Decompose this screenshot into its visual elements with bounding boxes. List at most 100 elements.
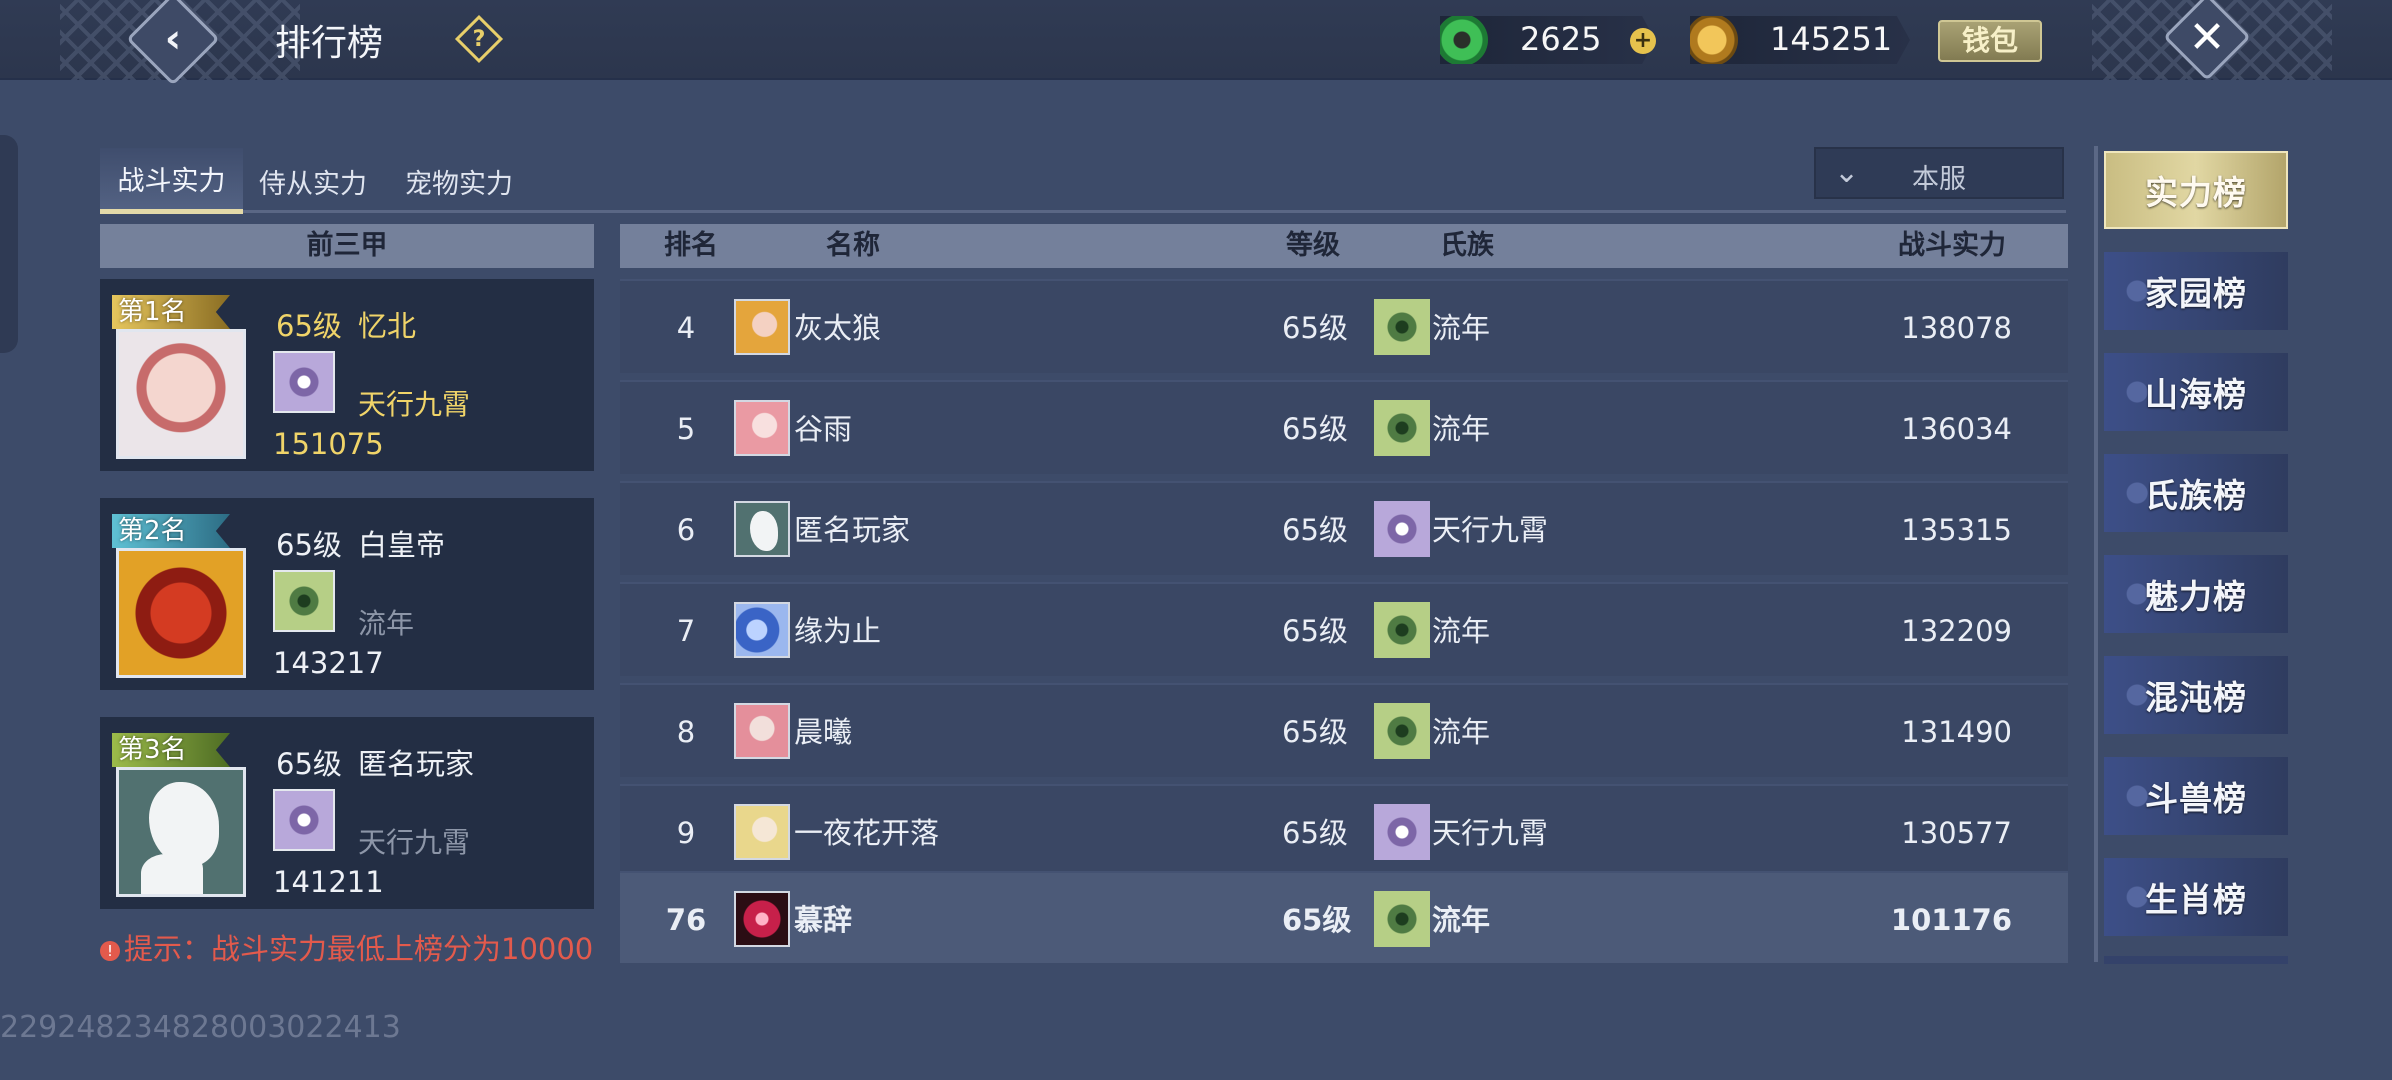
purple-swirl-clan-icon <box>273 789 335 851</box>
wallet-button[interactable]: 钱包 <box>1938 20 2042 62</box>
purple-swirl-clan-icon <box>1374 501 1430 557</box>
avatar <box>734 891 790 947</box>
clan-name: 天行九霄 <box>358 388 471 421</box>
coin-currency: 145251 <box>1690 16 1910 64</box>
row-clan: 天行九霄 <box>1432 513 1549 547</box>
table-row[interactable]: 6 匿名玩家 65级 天行九霄 135315 <box>620 481 2068 575</box>
nav-chaos-rank[interactable]: 混沌榜 <box>2104 656 2288 734</box>
avatar <box>116 329 246 459</box>
row-level: 65级 <box>1282 816 1348 850</box>
top3-header: 前三甲 <box>100 224 594 268</box>
nav-more-indicator <box>2104 956 2288 964</box>
nav-beast-rank[interactable]: 斗兽榜 <box>2104 757 2288 835</box>
combat-power: 141211 <box>273 865 384 899</box>
column-header-clan: 氏族 <box>1440 230 1494 261</box>
row-rank: 76 <box>665 903 707 937</box>
jade-currency-icon <box>1440 16 1488 64</box>
player-level: 65级 <box>276 528 342 562</box>
row-rank: 4 <box>676 311 696 345</box>
row-name: 缘为止 <box>794 614 882 648</box>
row-level: 65级 <box>1282 513 1348 547</box>
row-rank: 8 <box>676 715 696 749</box>
add-currency-icon[interactable]: + <box>1630 28 1656 54</box>
nav-charm-rank[interactable]: 魅力榜 <box>2104 555 2288 633</box>
my-rank-row[interactable]: 76 慕辞 65级 流年 101176 <box>620 871 2068 963</box>
table-row[interactable]: 7 缘为止 65级 流年 132209 <box>620 582 2068 676</box>
row-clan: 流年 <box>1432 412 1491 446</box>
category-tabs: 战斗实力 侍从实力 宠物实力 <box>100 148 2100 214</box>
row-clan: 流年 <box>1432 311 1491 345</box>
gold-coin-icon <box>1690 16 1738 64</box>
row-level: 65级 <box>1282 412 1348 446</box>
nav-power-rank[interactable]: 实力榜 <box>2104 151 2288 229</box>
rank-ribbon: 第2名 <box>112 514 230 548</box>
row-clan: 天行九霄 <box>1432 816 1549 850</box>
avatar <box>734 703 790 759</box>
nav-clan-rank[interactable]: 氏族榜 <box>2104 454 2288 532</box>
clan-name: 流年 <box>358 607 415 640</box>
player-name: 忆北 <box>358 309 417 343</box>
top3-card-2[interactable]: 第2名 65级 白皇帝 流年 143217 <box>100 498 594 690</box>
min-score-hint: ! 提示：战斗实力最低上榜分为10000 <box>100 926 593 968</box>
row-rank: 5 <box>676 412 696 446</box>
row-power: 130577 <box>1901 816 2012 850</box>
jade-currency: 2625 <box>1440 16 1655 64</box>
player-name: 匿名玩家 <box>358 747 475 781</box>
row-clan: 流年 <box>1432 614 1491 648</box>
table-row[interactable]: 5 谷雨 65级 流年 136034 <box>620 380 2068 474</box>
table-row[interactable]: 8 晨曦 65级 流年 131490 <box>620 683 2068 777</box>
nav-shanhai-rank[interactable]: 山海榜 <box>2104 353 2288 431</box>
table-header: 排名 名称 等级 氏族 战斗实力 <box>620 224 2068 268</box>
row-rank: 6 <box>676 513 696 547</box>
row-clan: 流年 <box>1432 903 1491 937</box>
row-name: 晨曦 <box>794 715 853 749</box>
side-drawer-handle[interactable] <box>0 135 18 353</box>
top3-card-1[interactable]: 第1名 65级 忆北 天行九霄 151075 <box>100 279 594 471</box>
combat-power: 151075 <box>273 427 384 461</box>
nav-home-rank[interactable]: 家园榜 <box>2104 252 2288 330</box>
row-level: 65级 <box>1282 614 1348 648</box>
top3-card-3[interactable]: 第3名 65级 匿名玩家 天行九霄 141211 <box>100 717 594 909</box>
page-title: 排行榜 <box>275 23 384 64</box>
green-ram-clan-icon <box>1374 703 1430 759</box>
row-power: 136034 <box>1901 412 2012 446</box>
nav-zodiac-rank[interactable]: 生肖榜 <box>2104 858 2288 936</box>
row-power: 132209 <box>1901 614 2012 648</box>
purple-swirl-clan-icon <box>273 351 335 413</box>
green-ram-clan-icon <box>1374 602 1430 658</box>
server-filter-dropdown[interactable]: ⌄ 本服 <box>1814 147 2064 199</box>
row-clan: 流年 <box>1432 715 1491 749</box>
green-ram-clan-icon <box>1374 400 1430 456</box>
row-name: 慕辞 <box>794 903 853 937</box>
avatar <box>734 602 790 658</box>
row-power: 101176 <box>1890 903 2012 937</box>
avatar <box>734 299 790 355</box>
rank-ribbon: 第3名 <box>112 733 230 767</box>
purple-swirl-clan-icon <box>1374 804 1430 860</box>
tab-combat-power[interactable]: 战斗实力 <box>100 148 243 214</box>
row-power: 131490 <box>1901 715 2012 749</box>
table-row[interactable]: 9 一夜花开落 65级 天行九霄 130577 <box>620 784 2068 878</box>
hint-text: 提示：战斗实力最低上榜分为10000 <box>124 932 594 966</box>
tab-divider <box>100 210 2066 213</box>
avatar <box>116 548 246 678</box>
chevron-down-icon: ⌄ <box>1834 155 1860 190</box>
row-name: 谷雨 <box>794 412 853 446</box>
column-header-power: 战斗实力 <box>1898 230 2006 261</box>
tab-pet-power[interactable]: 宠物实力 <box>396 148 522 214</box>
tab-attendant-power[interactable]: 侍从实力 <box>250 148 376 214</box>
row-power: 135315 <box>1901 513 2012 547</box>
green-ram-clan-icon <box>1374 299 1430 355</box>
row-rank: 7 <box>676 614 696 648</box>
nav-divider <box>2094 146 2098 962</box>
alert-icon: ! <box>100 941 120 961</box>
row-level: 65级 <box>1282 903 1352 937</box>
column-header-level: 等级 <box>1286 230 1340 261</box>
clan-name: 天行九霄 <box>358 826 471 859</box>
player-level: 65级 <box>276 309 342 343</box>
table-row[interactable]: 4 灰太狼 65级 流年 138078 <box>620 279 2068 373</box>
green-ram-clan-icon <box>273 570 335 632</box>
column-header-name: 名称 <box>826 230 880 261</box>
server-filter-value: 本服 <box>1912 164 1966 195</box>
avatar <box>734 400 790 456</box>
